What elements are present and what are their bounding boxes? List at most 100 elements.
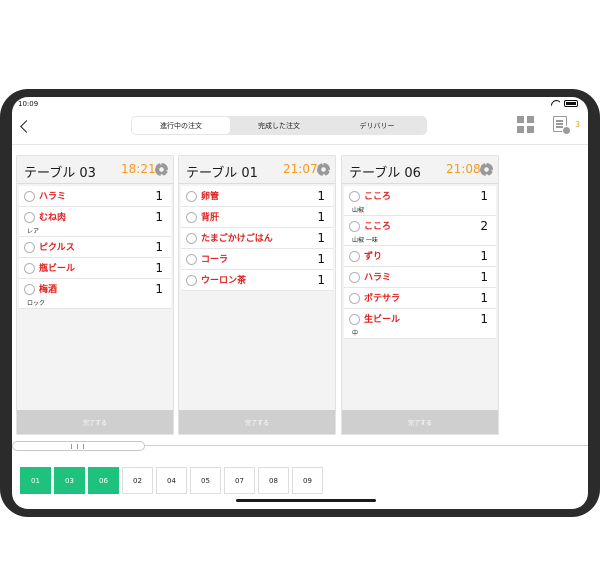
- item-name: 背肝: [201, 213, 220, 223]
- horizontal-scrollbar[interactable]: [12, 441, 588, 451]
- complete-button[interactable]: 完了する: [342, 410, 498, 434]
- pending-count-badge: 3: [575, 120, 581, 129]
- battery-icon: [564, 100, 578, 107]
- order-item: ウーロン茶 1: [181, 270, 333, 291]
- order-item: コーラ 1: [181, 249, 333, 270]
- check-circle-icon[interactable]: [186, 233, 197, 244]
- toolbar: 進行中の注文 完成した注文 デリバリー 3: [12, 111, 588, 145]
- order-item: ずり 1: [344, 246, 496, 267]
- order-item: 梅酒 ロック 1: [19, 279, 171, 309]
- table-button[interactable]: 04: [156, 467, 187, 494]
- item-name: ウーロン茶: [201, 276, 247, 286]
- table-button[interactable]: 09: [292, 467, 323, 494]
- order-table-title: テーブル 06: [349, 166, 421, 181]
- check-circle-icon[interactable]: [24, 191, 35, 202]
- gear-icon[interactable]: [480, 163, 493, 176]
- order-card-header: テーブル 01 21:07: [179, 156, 335, 184]
- grip-icon: [71, 444, 84, 449]
- order-item: たまごかけごはん 1: [181, 228, 333, 249]
- check-circle-icon[interactable]: [24, 284, 35, 295]
- item-name: ポテサラ: [364, 294, 401, 304]
- order-time: 21:08: [446, 162, 481, 176]
- order-card: テーブル 03 18:21 ハラミ 1 むね肉 レア 1 ピクルス 1 瓶ビール…: [16, 155, 174, 435]
- check-circle-icon[interactable]: [186, 254, 197, 265]
- order-card-header: テーブル 06 21:08: [342, 156, 498, 184]
- item-qty: 1: [317, 273, 325, 287]
- table-button[interactable]: 03: [54, 467, 85, 494]
- check-circle-icon[interactable]: [349, 251, 360, 262]
- check-circle-icon[interactable]: [24, 212, 35, 223]
- item-name: ピクルス: [39, 243, 75, 253]
- item-qty: 1: [480, 249, 488, 263]
- item-note: 山椒 一味: [352, 237, 378, 244]
- item-note: 山椒: [352, 207, 365, 214]
- table-button[interactable]: 08: [258, 467, 289, 494]
- order-item: ポテサラ 1: [344, 288, 496, 309]
- item-qty: 2: [480, 219, 488, 233]
- order-item-list: こころ 山椒 1 こころ 山椒 一味 2 ずり 1 ハラミ 1 ポテサラ 1 生…: [344, 186, 496, 339]
- order-item: こころ 山椒 一味 2: [344, 216, 496, 246]
- item-name: ハラミ: [39, 192, 67, 202]
- check-circle-icon[interactable]: [349, 191, 360, 202]
- check-circle-icon[interactable]: [349, 314, 360, 325]
- check-circle-icon[interactable]: [24, 242, 35, 253]
- check-circle-icon[interactable]: [349, 272, 360, 283]
- order-item: こころ 山椒 1: [344, 186, 496, 216]
- item-qty: 1: [480, 291, 488, 305]
- scroll-thumb[interactable]: [12, 441, 145, 451]
- status-time: 10:09: [18, 100, 39, 108]
- tab-completed[interactable]: 完成した注文: [230, 117, 328, 134]
- receipt-clock-icon[interactable]: [553, 116, 571, 135]
- order-item: ハラミ 1: [19, 186, 171, 207]
- item-qty: 1: [155, 282, 163, 296]
- check-circle-icon[interactable]: [186, 212, 197, 223]
- check-circle-icon[interactable]: [186, 191, 197, 202]
- item-name: むね肉: [39, 213, 67, 223]
- order-item: ピクルス 1: [19, 237, 171, 258]
- check-circle-icon[interactable]: [349, 221, 360, 232]
- app-screen: 10:09 進行中の注文 完成した注文 デリバリー 3 テーブル 03 18:2…: [12, 97, 588, 509]
- complete-button[interactable]: 完了する: [17, 410, 173, 434]
- order-item: 瓶ビール 1: [19, 258, 171, 279]
- item-note: ロック: [27, 300, 46, 307]
- order-time: 21:07: [283, 162, 318, 176]
- item-name: 生ビール: [364, 315, 401, 325]
- item-name: こころ: [364, 222, 392, 232]
- tab-in-progress[interactable]: 進行中の注文: [132, 117, 230, 134]
- item-qty: 1: [155, 210, 163, 224]
- item-name: こころ: [364, 192, 392, 202]
- item-name: 梅酒: [39, 285, 58, 295]
- item-name: ハラミ: [364, 273, 392, 283]
- item-name: たまごかけごはん: [201, 234, 273, 244]
- tab-delivery[interactable]: デリバリー: [328, 117, 426, 134]
- grid-view-icon[interactable]: [517, 116, 534, 133]
- order-table-title: テーブル 03: [24, 166, 96, 181]
- table-button[interactable]: 02: [122, 467, 153, 494]
- table-button[interactable]: 07: [224, 467, 255, 494]
- item-qty: 1: [480, 189, 488, 203]
- home-indicator: [236, 499, 376, 502]
- item-qty: 1: [155, 240, 163, 254]
- back-icon[interactable]: [20, 120, 33, 133]
- item-name: 瓶ビール: [39, 264, 76, 274]
- item-note: 中: [352, 330, 359, 337]
- check-circle-icon[interactable]: [24, 263, 35, 274]
- table-button[interactable]: 05: [190, 467, 221, 494]
- check-circle-icon[interactable]: [349, 293, 360, 304]
- gear-icon[interactable]: [155, 163, 168, 176]
- table-selector: 01 03 06 02 04 05 07 08 09: [20, 467, 323, 494]
- check-circle-icon[interactable]: [186, 275, 197, 286]
- gear-icon[interactable]: [317, 163, 330, 176]
- order-item: 背肝 1: [181, 207, 333, 228]
- order-item-list: ハラミ 1 むね肉 レア 1 ピクルス 1 瓶ビール 1 梅酒 ロック 1: [19, 186, 171, 309]
- item-qty: 1: [317, 189, 325, 203]
- complete-button[interactable]: 完了する: [179, 410, 335, 434]
- table-button[interactable]: 06: [88, 467, 119, 494]
- table-button[interactable]: 01: [20, 467, 51, 494]
- order-item-list: 卵管 1 背肝 1 たまごかけごはん 1 コーラ 1 ウーロン茶 1: [181, 186, 333, 291]
- order-item: 卵管 1: [181, 186, 333, 207]
- order-card: テーブル 06 21:08 こころ 山椒 1 こころ 山椒 一味 2 ずり 1: [341, 155, 499, 435]
- item-name: 卵管: [201, 192, 220, 202]
- item-qty: 1: [317, 210, 325, 224]
- wifi-icon: [551, 100, 560, 107]
